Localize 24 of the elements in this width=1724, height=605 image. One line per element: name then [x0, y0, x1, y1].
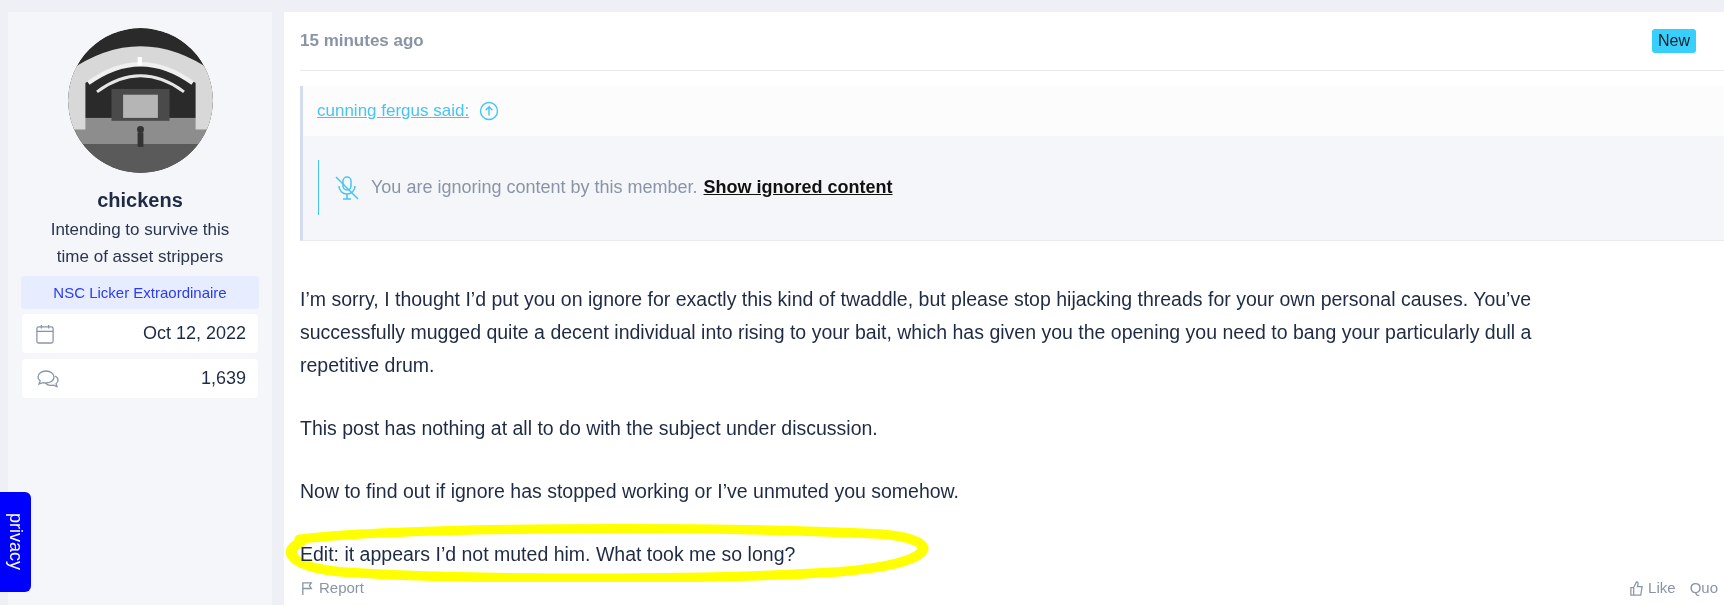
- chat-bubbles-icon: [36, 368, 60, 389]
- username[interactable]: chickens: [97, 189, 183, 212]
- user-title: Intending to survive this time of asset strippers: [49, 219, 231, 268]
- post-paragraph: I’m sorry, I thought I’d put you on ignore for exactly this kind of twaddle, but please stop hijacking threads for your own personal causes. You’ve successfully mugged quite a decent individual into rising to your bait, which has given you the opening you need to bang your particularly dull a repetitive drum.: [300, 287, 1533, 378]
- show-ignored-link[interactable]: Show ignored content: [703, 177, 893, 198]
- post-paragraph: This post has nothing at all to do with the subject under discussion.: [300, 416, 879, 441]
- quote-source-link[interactable]: cunning fergus said:: [317, 101, 470, 121]
- thumbs-up-icon: [1629, 580, 1645, 596]
- stat-value: 1,639: [200, 368, 246, 389]
- post-time[interactable]: 15 minutes ago: [300, 31, 424, 51]
- user-banner: NSC Licker Extraordinaire: [21, 276, 259, 309]
- ignored-notice: You are ignoring content by this member.: [371, 177, 698, 198]
- new-badge: New: [1652, 29, 1696, 53]
- arrow-up-circle-icon[interactable]: [479, 101, 500, 121]
- flag-icon: [300, 580, 315, 596]
- like-link[interactable]: Like: [1629, 579, 1676, 597]
- privacy-tab[interactable]: privacy: [0, 492, 31, 592]
- quote-link[interactable]: Quo: [1689, 579, 1718, 597]
- report-link[interactable]: Report: [300, 579, 365, 597]
- post-paragraph: Now to find out if ignore has stopped working or I’ve unmuted you somehow.: [300, 479, 961, 504]
- stat-value: Oct 12, 2022: [142, 323, 246, 344]
- calendar-icon: [36, 323, 54, 344]
- muted-microphone-icon: [333, 173, 361, 202]
- post-paragraph: Edit: it appears I’d not muted him. What took me so long?: [300, 542, 797, 567]
